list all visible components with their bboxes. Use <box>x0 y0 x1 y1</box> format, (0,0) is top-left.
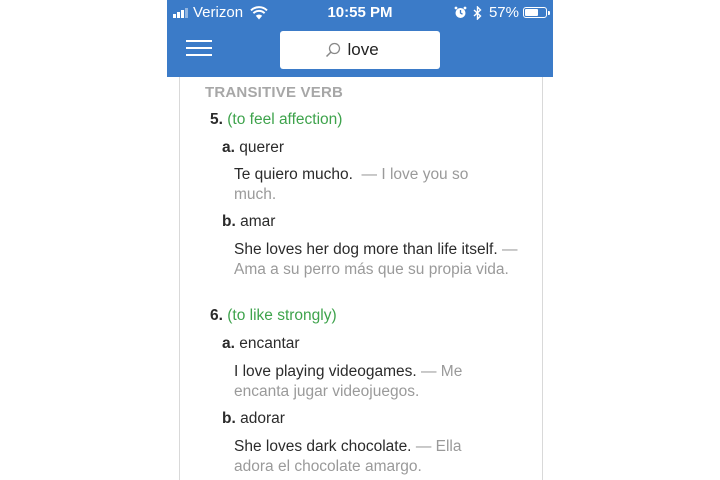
phone-screen: Verizon 10:55 PM 57% love TRANSITIVE VER… <box>167 0 553 480</box>
search-icon <box>325 42 340 58</box>
example-sentence: She loves her dog more than life itself.… <box>234 240 530 280</box>
subsense-header: a. querer <box>222 139 284 157</box>
example-sentence: I love playing videogames. — Me encanta … <box>234 362 504 402</box>
subsense-letter: a. <box>222 139 235 156</box>
status-bar: Verizon 10:55 PM 57% <box>167 0 553 24</box>
sense-header: 6. (to like strongly) <box>210 307 337 325</box>
example-text: Te quiero mucho. <box>234 166 353 183</box>
subsense-header: b. amar <box>222 213 275 231</box>
battery-fill <box>525 9 538 16</box>
dictionary-entry: TRANSITIVE VERB 5. (to feel affection) a… <box>179 77 543 480</box>
translation-word[interactable]: querer <box>239 139 284 156</box>
translation-word[interactable]: encantar <box>239 335 299 352</box>
sense-number: 5. <box>210 111 223 128</box>
subsense-letter: a. <box>222 335 235 352</box>
bluetooth-icon <box>473 5 482 20</box>
example-sentence: She loves dark chocolate. — Ella adora e… <box>234 437 504 477</box>
subsense-letter: b. <box>222 213 236 230</box>
search-input[interactable] <box>347 40 396 60</box>
battery-nub <box>548 11 550 15</box>
sense-gloss: (to feel affection) <box>227 111 343 128</box>
example-text: I love playing videogames. <box>234 363 417 380</box>
battery-icon <box>523 7 550 18</box>
example-text: She loves her dog more than life itself. <box>234 241 498 258</box>
part-of-speech-label: TRANSITIVE VERB <box>205 84 344 101</box>
translation-word[interactable]: amar <box>240 213 275 230</box>
subsense-header: a. encantar <box>222 335 300 353</box>
example-text: She loves dark chocolate. <box>234 438 412 455</box>
sense-gloss: (to like strongly) <box>227 307 337 324</box>
example-sentence: Te quiero mucho. — I love you so much. <box>234 165 479 205</box>
status-right: 57% <box>454 4 550 21</box>
nav-bar <box>167 24 553 77</box>
subsense-header: b. adorar <box>222 410 285 428</box>
battery-percent: 57% <box>488 4 519 21</box>
alarm-icon <box>454 6 467 18</box>
search-box[interactable] <box>280 31 440 69</box>
translation-word[interactable]: adorar <box>240 410 285 427</box>
sense-number: 6. <box>210 307 223 324</box>
hamburger-menu-icon[interactable] <box>186 40 212 58</box>
sense-header: 5. (to feel affection) <box>210 111 342 129</box>
subsense-letter: b. <box>222 410 236 427</box>
